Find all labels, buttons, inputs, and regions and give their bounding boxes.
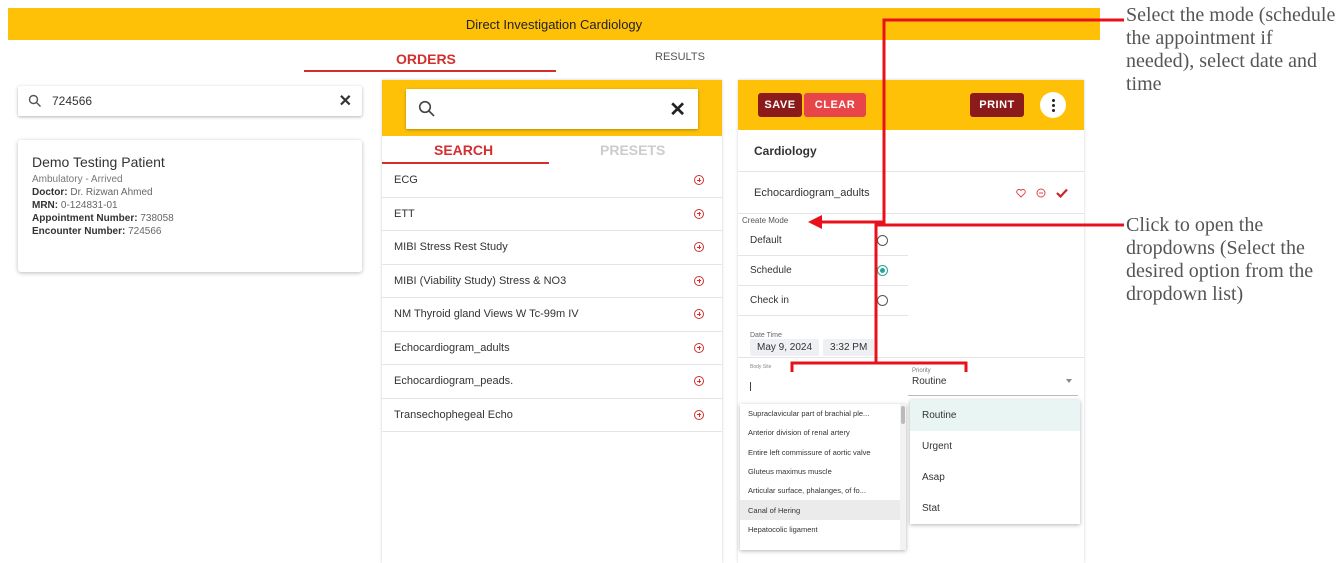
priority-option-stat[interactable]: Stat: [910, 493, 1080, 524]
priority-value: Routine: [912, 376, 947, 387]
orders-search-header: ✕: [382, 80, 722, 136]
order-detail-panel: SAVE CLEAR PRINT Cardiology Echocardiogr…: [738, 80, 1084, 563]
patient-doctor: Doctor: Dr. Rizwan Ahmed: [32, 187, 153, 198]
list-item[interactable]: NM Thyroid gland Views W Tc-99m IV: [382, 298, 722, 332]
sub-tabs: SEARCH PRESETS: [382, 136, 722, 164]
tab-presets[interactable]: PRESETS: [600, 142, 665, 158]
list-item[interactable]: Supraclavicular part of brachial ple...: [740, 404, 906, 423]
search-icon: [28, 94, 41, 107]
print-button[interactable]: PRINT: [970, 93, 1024, 117]
tab-orders-indicator: [304, 70, 556, 72]
tab-results[interactable]: RESULTS: [655, 51, 705, 63]
patient-search-input[interactable]: 724566: [52, 94, 339, 108]
app-bar: Direct Investigation Cardiology: [8, 8, 1100, 40]
body-site-label: Body Site: [750, 364, 772, 370]
tab-orders[interactable]: ORDERS: [396, 51, 456, 67]
priority-select[interactable]: Priority Routine: [908, 368, 1078, 396]
page: Direct Investigation Cardiology ORDERS R…: [0, 0, 1336, 563]
list-item[interactable]: MIBI Stress Rest Study: [382, 231, 722, 265]
tab-search[interactable]: SEARCH: [434, 142, 493, 158]
department-title: Cardiology: [738, 130, 1084, 172]
create-mode-label: Create Mode: [742, 216, 789, 225]
annotation-dropdowns: Click to open the dropdowns (Select the …: [1126, 214, 1314, 305]
patient-appointment-number: Appointment Number: 738058: [32, 213, 174, 224]
mode-option-default[interactable]: Default: [738, 226, 908, 256]
list-item[interactable]: ETT: [382, 198, 722, 231]
list-item[interactable]: ECG: [382, 164, 722, 198]
add-circle-icon[interactable]: [694, 342, 704, 353]
priority-option-urgent[interactable]: Urgent: [910, 431, 1080, 462]
selected-test-row: Echocardiogram_adults: [738, 172, 1084, 214]
list-item[interactable]: Articular surface, phalanges, of fo...: [740, 481, 906, 500]
date-time-label: Date Time: [750, 332, 782, 339]
search-icon: [418, 100, 435, 117]
date-picker[interactable]: May 9, 2024: [750, 339, 820, 356]
priority-option-asap[interactable]: Asap: [910, 462, 1080, 493]
patient-mrn: MRN: 0-124831-01: [32, 200, 118, 211]
list-item[interactable]: Transechophegeal Echo: [382, 399, 722, 432]
add-circle-icon[interactable]: [694, 242, 704, 253]
orders-search-panel: ✕ SEARCH PRESETS ECG ETT MIBI Stress Res…: [382, 80, 722, 563]
more-options-icon[interactable]: [1040, 92, 1066, 118]
patient-encounter-number: Encounter Number: 724566: [32, 226, 162, 237]
add-circle-icon[interactable]: [694, 409, 704, 420]
app-title: Direct Investigation Cardiology: [465, 16, 643, 32]
mode-option-schedule[interactable]: Schedule: [738, 256, 908, 286]
patient-name: Demo Testing Patient: [32, 154, 165, 170]
chevron-down-icon[interactable]: [1066, 379, 1072, 383]
order-search-bar[interactable]: ✕: [406, 89, 698, 129]
add-circle-icon[interactable]: [694, 175, 704, 186]
date-time-field: May 9, 2024 3:32 PM: [750, 339, 875, 356]
selected-test-name: Echocardiogram_adults: [754, 186, 870, 199]
add-circle-icon[interactable]: [694, 208, 704, 219]
mode-option-check-in[interactable]: Check in: [738, 286, 908, 316]
remove-circle-icon[interactable]: [1036, 188, 1046, 198]
save-button[interactable]: SAVE: [758, 93, 802, 117]
time-picker[interactable]: 3:32 PM: [823, 339, 875, 356]
scrollbar-track[interactable]: [900, 404, 906, 550]
radio-button[interactable]: [877, 295, 888, 306]
body-site-dropdown: Supraclavicular part of brachial ple... …: [740, 404, 906, 550]
list-item-highlighted[interactable]: Canal of Hering: [740, 500, 906, 520]
add-circle-icon[interactable]: [694, 376, 704, 387]
checkmark-icon[interactable]: [1056, 188, 1068, 198]
list-item[interactable]: Entire left commissure of aortic valve: [740, 443, 906, 462]
divider: [738, 357, 1084, 358]
clear-button[interactable]: CLEAR: [804, 93, 866, 117]
list-item[interactable]: Echocardiogram_peads.: [382, 365, 722, 399]
radio-button-selected[interactable]: [877, 265, 888, 276]
patient-card[interactable]: Demo Testing Patient Ambulatory - Arrive…: [18, 140, 362, 272]
patient-search-bar[interactable]: 724566 ✕: [18, 86, 362, 116]
list-item[interactable]: Echocardiogram_adults: [382, 332, 722, 365]
priority-option-routine[interactable]: Routine: [910, 400, 1080, 431]
add-circle-icon[interactable]: [694, 309, 704, 320]
clear-order-search-icon[interactable]: ✕: [669, 97, 686, 122]
body-site-input[interactable]: [750, 382, 751, 391]
clear-search-icon[interactable]: ✕: [339, 91, 352, 111]
order-toolbar: SAVE CLEAR PRINT: [738, 80, 1084, 130]
patient-status: Ambulatory - Arrived: [32, 174, 123, 185]
add-circle-icon[interactable]: [694, 275, 704, 286]
create-mode-options: Default Schedule Check in: [738, 226, 908, 316]
radio-button[interactable]: [877, 235, 888, 246]
list-item[interactable]: Hepatocolic ligament: [740, 520, 906, 539]
annotation-mode: Select the mode (schedule the appointmen…: [1126, 4, 1336, 95]
test-list: ECG ETT MIBI Stress Rest Study MIBI (Via…: [382, 164, 722, 432]
list-item[interactable]: MIBI (Viability Study) Stress & NO3: [382, 265, 722, 298]
heart-icon[interactable]: [1016, 188, 1026, 198]
priority-dropdown: Routine Urgent Asap Stat: [910, 400, 1080, 524]
priority-label: Priority: [912, 368, 931, 374]
list-item[interactable]: Gluteus maximus muscle: [740, 462, 906, 481]
scrollbar-thumb[interactable]: [901, 406, 905, 424]
list-item[interactable]: Anterior division of renal artery: [740, 423, 906, 442]
